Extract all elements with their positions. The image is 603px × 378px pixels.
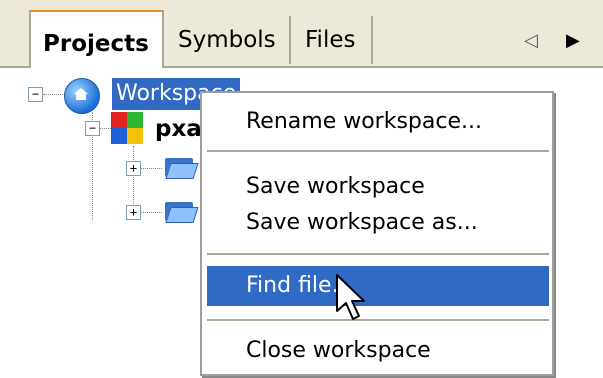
- projects-panel: Projects Symbols Files ◁ ▶ − Workspace −…: [0, 0, 603, 378]
- expand-icon[interactable]: +: [126, 205, 141, 220]
- tree-connector: [140, 168, 162, 169]
- tree-connector: [99, 128, 111, 129]
- menu-item-close-workspace[interactable]: Close workspace: [202, 331, 552, 371]
- folder-icon: [165, 200, 199, 223]
- workspace-home-icon: [64, 78, 100, 114]
- tab-strip: Projects Symbols Files ◁ ▶: [0, 0, 603, 68]
- expand-icon[interactable]: +: [126, 161, 141, 176]
- tree-connector: [140, 212, 162, 213]
- triangle-right-icon[interactable]: ▶: [566, 30, 580, 51]
- menu-separator: [207, 150, 549, 153]
- project-icon: [111, 112, 143, 144]
- triangle-left-icon[interactable]: ◁: [524, 30, 538, 51]
- menu-item-rename-workspace[interactable]: Rename workspace...: [202, 102, 552, 142]
- menu-item-save-workspace-as[interactable]: Save workspace as...: [202, 203, 552, 243]
- menu-separator: [207, 319, 549, 322]
- collapse-icon[interactable]: −: [85, 121, 100, 136]
- tab-files[interactable]: Files: [293, 16, 373, 64]
- collapse-icon[interactable]: −: [28, 87, 43, 102]
- menu-separator: [207, 253, 549, 256]
- tree-connector: [43, 94, 63, 95]
- folder-icon: [165, 156, 199, 179]
- menu-item-save-workspace[interactable]: Save workspace: [202, 167, 552, 207]
- mouse-pointer-icon: [336, 274, 365, 320]
- menu-item-find-file[interactable]: Find file...: [207, 266, 549, 306]
- tab-projects[interactable]: Projects: [29, 10, 164, 68]
- project-node-label[interactable]: pxa: [155, 112, 202, 146]
- tab-symbols[interactable]: Symbols: [166, 16, 291, 64]
- context-menu: Rename workspace... Save workspace Save …: [200, 91, 554, 376]
